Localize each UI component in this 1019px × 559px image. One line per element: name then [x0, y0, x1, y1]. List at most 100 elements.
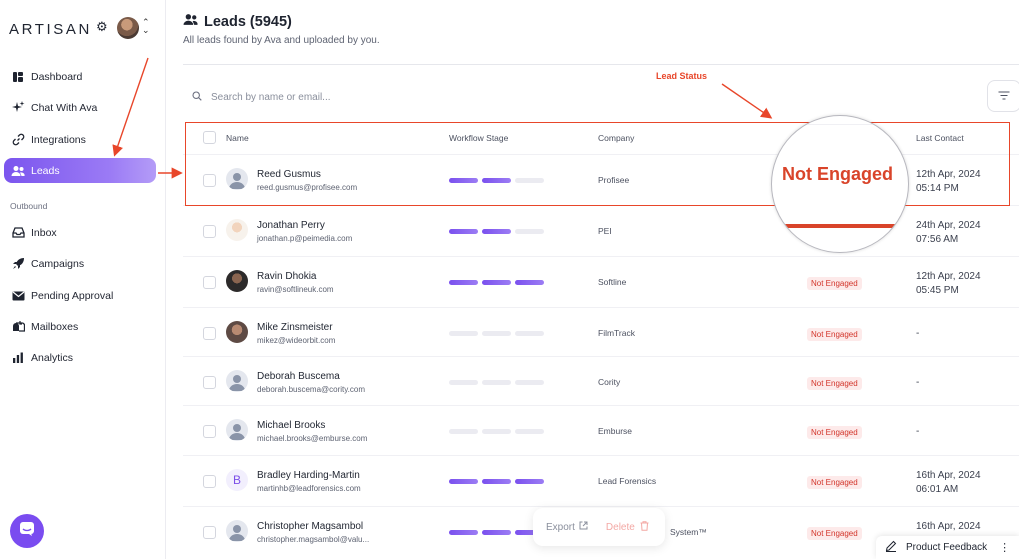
- last-contact: 24th Apr, 2024 07:56 AM: [916, 220, 981, 245]
- sidebar-item-leads[interactable]: Leads: [4, 158, 156, 183]
- status-badge: Not Engaged: [807, 527, 862, 540]
- lead-email: christopher.magsambol@valu...: [257, 535, 370, 544]
- lead-email: deborah.buscema@cority.com: [257, 385, 366, 394]
- row-checkbox[interactable]: [203, 475, 216, 488]
- company-name: Profisee: [598, 175, 630, 185]
- mailbox-icon: [11, 320, 25, 334]
- select-all-checkbox[interactable]: [203, 131, 216, 144]
- bulk-actions-bar: Export Delete: [533, 508, 665, 546]
- lead-name[interactable]: Reed Gusmus: [257, 169, 321, 180]
- page-title: Leads (5945): [204, 14, 292, 30]
- workflow-stage-bar: [449, 380, 548, 385]
- delete-button[interactable]: Delete: [606, 520, 649, 534]
- page-subtitle: All leads found by Ava and uploaded by y…: [183, 35, 380, 46]
- lead-email: michael.brooks@emburse.com: [257, 434, 368, 443]
- company-name: Cority: [598, 377, 621, 387]
- lead-name[interactable]: Deborah Buscema: [257, 371, 340, 382]
- last-contact: -: [916, 426, 920, 437]
- external-link-icon: [579, 521, 588, 533]
- table-row[interactable]: Michael Brooks michael.brooks@emburse.co…: [183, 405, 1019, 455]
- link-icon: [11, 133, 25, 147]
- last-contact: 12th Apr, 2024 05:45 PM: [916, 271, 981, 296]
- row-checkbox[interactable]: [203, 327, 216, 340]
- column-header-last-contact[interactable]: Last Contact: [916, 133, 964, 143]
- filter-icon: [998, 87, 1010, 105]
- row-checkbox[interactable]: [203, 425, 216, 438]
- product-feedback-button[interactable]: Product Feedback ⋮: [876, 536, 1019, 559]
- search-input[interactable]: [211, 91, 511, 103]
- more-options-icon[interactable]: ⋮: [999, 541, 1010, 554]
- lead-email: jonathan.p@peimedia.com: [257, 234, 353, 243]
- lead-email: ravin@softlineuk.com: [257, 285, 334, 294]
- lead-name[interactable]: Bradley Harding-Martin: [257, 470, 360, 481]
- filter-button[interactable]: [987, 80, 1019, 112]
- status-badge: Not Engaged: [807, 277, 862, 290]
- sidebar-item-pending-approval[interactable]: Pending Approval: [4, 283, 156, 308]
- table-row[interactable]: B Bradley Harding-Martin martinhb@leadfo…: [183, 455, 1019, 505]
- avatar: [226, 168, 248, 190]
- sidebar-item-inbox[interactable]: Inbox: [4, 220, 156, 245]
- row-checkbox[interactable]: [203, 276, 216, 289]
- workflow-stage-bar: [449, 178, 548, 183]
- bar-chart-icon: [11, 351, 25, 365]
- sidebar-item-integrations[interactable]: Integrations: [4, 127, 156, 152]
- page-header: Leads (5945): [183, 13, 292, 31]
- workflow-stage-bar: [449, 229, 548, 234]
- sidebar-item-analytics[interactable]: Analytics: [4, 345, 156, 370]
- last-contact: 16th Apr, 2024: [916, 521, 981, 532]
- lead-email: martinhb@leadforensics.com: [257, 484, 361, 493]
- workflow-stage-bar: [449, 331, 548, 336]
- table-row[interactable]: Mike Zinsmeister mikez@wideorbit.com Fil…: [183, 307, 1019, 357]
- table-row[interactable]: Deborah Buscema deborah.buscema@cority.c…: [183, 356, 1019, 406]
- table-row[interactable]: Ravin Dhokia ravin@softlineuk.com Softli…: [183, 256, 1019, 306]
- chevron-updown-icon[interactable]: ⌃ ⌄: [142, 18, 150, 35]
- company-name: Lead Forensics: [598, 476, 657, 486]
- gear-icon[interactable]: ⚙: [96, 20, 108, 33]
- users-icon: [183, 13, 198, 31]
- sparkle-icon: [11, 101, 25, 115]
- avatar: [226, 370, 248, 392]
- search-bar[interactable]: [192, 88, 511, 106]
- dashboard-icon: [11, 70, 25, 84]
- avatar: [226, 321, 248, 343]
- sidebar-item-label: Leads: [31, 164, 60, 177]
- column-header-workflow-stage[interactable]: Workflow Stage: [449, 133, 508, 143]
- export-button[interactable]: Export: [546, 521, 588, 533]
- sidebar-item-label: Chat With Ava: [31, 101, 98, 114]
- outbound-section-label: Outbound: [10, 201, 48, 211]
- pencil-icon: [885, 540, 897, 555]
- column-header-company[interactable]: Company: [598, 133, 634, 143]
- users-icon: [11, 164, 25, 178]
- status-badge: Not Engaged: [807, 476, 862, 489]
- company-name: PEI: [598, 226, 612, 236]
- chat-icon: [19, 521, 35, 542]
- sidebar-item-mailboxes[interactable]: Mailboxes: [4, 314, 156, 339]
- lead-name[interactable]: Ravin Dhokia: [257, 271, 316, 282]
- lead-name[interactable]: Jonathan Perry: [257, 220, 325, 231]
- row-checkbox[interactable]: [203, 225, 216, 238]
- inbox-icon: [11, 226, 25, 240]
- lead-name[interactable]: Mike Zinsmeister: [257, 322, 333, 333]
- magnifier-callout: Not Engaged: [771, 115, 909, 253]
- row-checkbox[interactable]: [203, 526, 216, 539]
- lead-email: mikez@wideorbit.com: [257, 336, 336, 345]
- sidebar-item-label: Integrations: [31, 133, 86, 146]
- company-name: FilmTrack: [598, 328, 635, 338]
- main-content: Leads (5945) All leads found by Ava and …: [166, 0, 1019, 559]
- last-contact: -: [916, 377, 920, 388]
- last-contact: 12th Apr, 2024 05:14 PM: [916, 169, 981, 194]
- lead-name[interactable]: Christopher Magsambol: [257, 521, 363, 532]
- sidebar-item-campaigns[interactable]: Campaigns: [4, 251, 156, 276]
- user-avatar[interactable]: [117, 17, 139, 39]
- row-checkbox[interactable]: [203, 376, 216, 389]
- sidebar-item-dashboard[interactable]: Dashboard: [4, 64, 156, 89]
- column-header-name[interactable]: Name: [226, 133, 249, 143]
- row-checkbox[interactable]: [203, 174, 216, 187]
- sidebar-item-chat-with-ava[interactable]: Chat With Ava: [4, 95, 156, 120]
- last-contact: -: [916, 328, 920, 339]
- brand-logo[interactable]: ARTISAN: [9, 21, 92, 38]
- support-chat-button[interactable]: [10, 514, 44, 548]
- lead-name[interactable]: Michael Brooks: [257, 420, 325, 431]
- company-name: Softline: [598, 277, 627, 287]
- company-name: System™: [670, 527, 707, 537]
